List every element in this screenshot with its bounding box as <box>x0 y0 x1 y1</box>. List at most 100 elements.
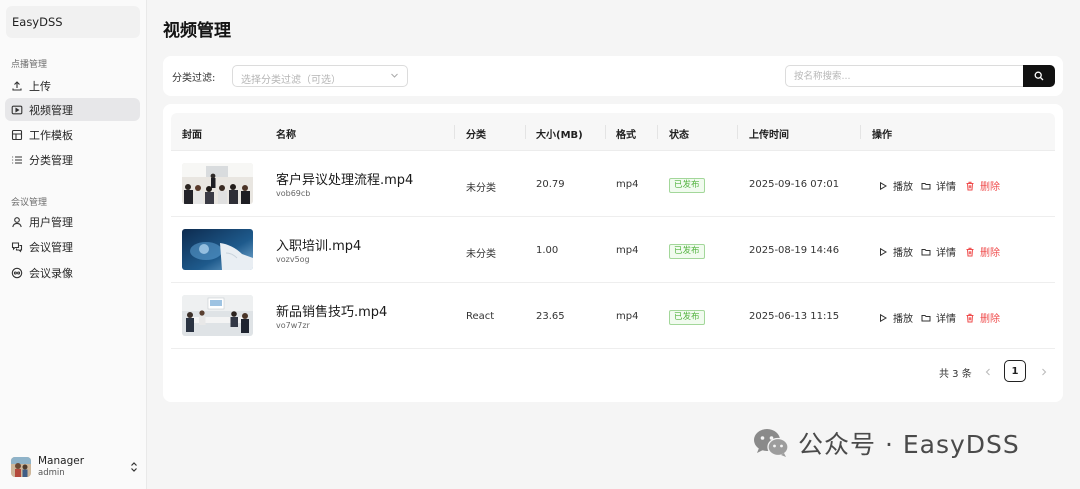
sidebar-item-meeting-management[interactable]: 会议管理 <box>5 235 140 258</box>
nav-group-title-vod: 点播管理 <box>11 60 48 70</box>
video-category: 未分类 <box>466 183 496 194</box>
sidebar-item-user-management[interactable]: 用户管理 <box>5 210 140 233</box>
video-table: 封面 名称 分类 大小(MB) 格式 状态 上传时间 操作 客户异议处理流程.m… <box>163 104 1063 402</box>
sidebar-item-label: 会议管理 <box>29 240 73 254</box>
detail-button[interactable]: 详情 <box>921 178 956 193</box>
video-id: vob69cb <box>276 189 311 198</box>
user-menu[interactable]: Manager admin <box>11 454 139 480</box>
video-name[interactable]: 新品销售技巧.mp4 <box>276 301 387 320</box>
video-category: 未分类 <box>466 249 496 260</box>
sidebar-item-label: 会议录像 <box>29 266 73 280</box>
category-filter-select[interactable]: 选择分类过滤（可选） <box>232 65 408 87</box>
category-filter-placeholder: 选择分类过滤（可选） <box>241 75 341 86</box>
sidebar-item-meeting-recording[interactable]: 会议录像 <box>5 261 140 284</box>
table-row: 入职培训.mp4 vozv5og 未分类 1.00 mp4 已发布 2025-0… <box>171 217 1055 283</box>
column-header-category: 分类 <box>466 130 486 141</box>
user-name: Manager <box>38 455 85 467</box>
search-input[interactable] <box>785 65 1023 87</box>
play-icon <box>880 181 887 190</box>
column-header-name: 名称 <box>276 130 296 141</box>
play-button[interactable]: 播放 <box>878 310 913 325</box>
user-role: admin <box>38 468 65 478</box>
video-format: mp4 <box>616 245 639 256</box>
upload-icon <box>11 80 23 92</box>
sidebar-item-label: 分类管理 <box>29 153 73 167</box>
filter-bar: 分类过滤: 选择分类过滤（可选） <box>163 56 1063 96</box>
chevron-right-icon[interactable] <box>1038 366 1050 378</box>
sidebar-item-label: 用户管理 <box>29 215 73 229</box>
play-button[interactable]: 播放 <box>878 178 913 193</box>
video-icon <box>11 104 23 116</box>
sidebar-item-label: 上传 <box>29 79 51 93</box>
meeting-icon <box>11 241 23 253</box>
watermark: 公众号 · EasyDSS <box>752 425 1020 461</box>
search-button[interactable] <box>1023 65 1055 87</box>
app-brand[interactable]: EasyDSS <box>6 6 140 38</box>
chevron-up-down-icon <box>129 461 139 473</box>
nav-group-title-meeting: 会议管理 <box>11 198 48 208</box>
folder-icon <box>921 182 931 189</box>
sidebar-item-label: 视频管理 <box>29 103 73 117</box>
column-header-cover: 封面 <box>182 130 202 141</box>
video-size: 1.00 <box>536 245 559 256</box>
avatar <box>11 457 31 477</box>
trash-icon <box>966 247 974 256</box>
column-header-format: 格式 <box>616 130 636 141</box>
column-header-actions: 操作 <box>872 130 892 141</box>
video-upload-time: 2025-08-19 14:46 <box>749 245 840 256</box>
sidebar-item-video-management[interactable]: 视频管理 <box>5 98 140 121</box>
play-icon <box>880 247 887 256</box>
detail-button[interactable]: 详情 <box>921 244 956 259</box>
video-name[interactable]: 入职培训.mp4 <box>276 235 361 254</box>
video-cover-thumbnail[interactable] <box>182 229 253 270</box>
column-header-upload-time: 上传时间 <box>749 130 789 141</box>
status-badge: 已发布 <box>669 178 705 193</box>
video-size: 20.79 <box>536 179 565 190</box>
status-badge: 已发布 <box>669 244 705 259</box>
search-icon <box>1034 71 1044 81</box>
column-header-size: 大小(MB) <box>536 130 583 141</box>
sidebar-item-label: 工作模板 <box>29 128 73 142</box>
table-row: 客户异议处理流程.mp4 vob69cb 未分类 20.79 mp4 已发布 2… <box>171 151 1055 217</box>
pagination-total: 共 3 条 <box>939 369 972 380</box>
video-category: React <box>466 311 495 322</box>
watermark-text: 公众号 · EasyDSS <box>798 430 1020 459</box>
folder-icon <box>921 248 931 255</box>
video-name[interactable]: 客户异议处理流程.mp4 <box>276 169 413 188</box>
list-icon <box>11 154 23 166</box>
pagination-page-button[interactable]: 1 <box>1004 360 1026 382</box>
video-cover-thumbnail[interactable] <box>182 163 253 204</box>
video-id: vo7w7zr <box>276 321 310 330</box>
page-title: 视频管理 <box>163 21 231 41</box>
chevron-left-icon[interactable] <box>982 366 994 378</box>
status-badge: 已发布 <box>669 310 705 325</box>
play-button[interactable]: 播放 <box>878 244 913 259</box>
delete-button[interactable]: 删除 <box>965 310 1000 325</box>
column-header-status: 状态 <box>669 130 689 141</box>
table-row: 新品销售技巧.mp4 vo7w7zr React 23.65 mp4 已发布 2… <box>171 283 1055 349</box>
trash-icon <box>966 313 974 322</box>
category-filter-label: 分类过滤: <box>172 73 216 84</box>
template-icon <box>11 129 23 141</box>
sidebar-item-upload[interactable]: 上传 <box>5 74 140 97</box>
delete-button[interactable]: 删除 <box>965 244 1000 259</box>
play-icon <box>880 313 887 322</box>
table-header: 封面 名称 分类 大小(MB) 格式 状态 上传时间 操作 <box>171 113 1055 151</box>
video-format: mp4 <box>616 179 639 190</box>
sidebar: EasyDSS 点播管理 上传 视频管理 工作模板 分类管理 会议管理 用户管理 <box>0 0 147 489</box>
video-upload-time: 2025-09-16 07:01 <box>749 179 840 190</box>
video-size: 23.65 <box>536 311 565 322</box>
folder-icon <box>921 314 931 321</box>
detail-button[interactable]: 详情 <box>921 310 956 325</box>
recording-icon <box>11 267 23 279</box>
video-upload-time: 2025-06-13 11:15 <box>749 311 840 322</box>
user-icon <box>11 216 23 228</box>
sidebar-item-work-template[interactable]: 工作模板 <box>5 123 140 146</box>
video-id: vozv5og <box>276 255 310 264</box>
delete-button[interactable]: 删除 <box>965 178 1000 193</box>
video-cover-thumbnail[interactable] <box>182 295 253 336</box>
video-format: mp4 <box>616 311 639 322</box>
trash-icon <box>966 181 974 190</box>
wechat-icon <box>754 429 789 457</box>
sidebar-item-category-management[interactable]: 分类管理 <box>5 148 140 171</box>
